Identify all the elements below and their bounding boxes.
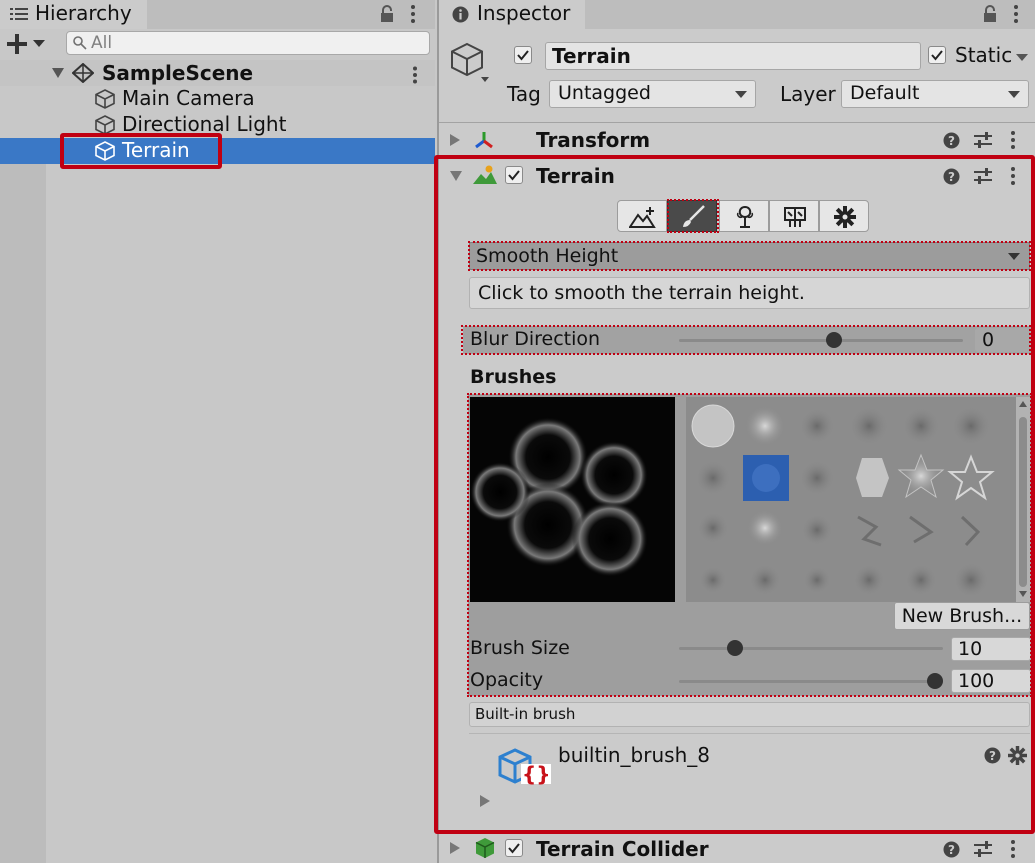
info-icon	[452, 6, 469, 23]
gameobject-cube-icon	[94, 88, 116, 110]
tag-dropdown[interactable]: Untagged	[549, 80, 756, 108]
scene-menu-icon[interactable]	[412, 66, 418, 84]
more-menu-icon[interactable]	[1013, 4, 1019, 24]
scene-row[interactable]: SampleScene	[0, 60, 435, 86]
terrain-collider-header[interactable]: Terrain Collider ?	[439, 834, 1035, 863]
inspector-tab[interactable]: Inspector	[439, 0, 585, 29]
hierarchy-gutter	[0, 164, 46, 863]
transform-label: Transform	[536, 128, 651, 152]
inspector-tab-label: Inspector	[477, 1, 571, 25]
hierarchy-search-input[interactable]: All	[66, 31, 430, 55]
search-placeholder: All	[91, 33, 113, 53]
hierarchy-panel: Hierarchy All SampleScene Main Camera Di…	[0, 0, 435, 863]
more-menu-icon[interactable]	[410, 4, 416, 24]
collapse-arrow-icon[interactable]	[450, 134, 460, 146]
unity-scene-icon	[72, 63, 94, 83]
highlight-box-terrain	[60, 133, 222, 169]
static-label: Static	[955, 43, 1013, 67]
static-dropdown-arrow-icon[interactable]	[1016, 54, 1028, 62]
svg-text:?: ?	[948, 134, 955, 148]
transform-icon	[473, 130, 495, 152]
hierarchy-tab[interactable]: Hierarchy	[0, 0, 147, 29]
highlight-box-terrain-component	[434, 155, 1035, 834]
presets-sliders-icon[interactable]	[974, 841, 992, 858]
chevron-down-icon	[735, 91, 747, 99]
layer-dropdown[interactable]: Default	[841, 80, 1029, 108]
terrain-collider-label: Terrain Collider	[536, 837, 709, 861]
lock-icon[interactable]	[380, 5, 394, 23]
search-icon	[73, 36, 87, 50]
tag-value: Untagged	[558, 82, 651, 104]
static-checkbox[interactable]	[928, 46, 946, 64]
transform-component-header[interactable]: Transform ?	[439, 124, 1035, 156]
tag-label: Tag	[507, 82, 541, 106]
scene-name: SampleScene	[102, 61, 254, 85]
object-name-value: Terrain	[552, 44, 631, 68]
svg-text:?: ?	[948, 843, 955, 857]
layer-label: Layer	[780, 82, 836, 106]
component-menu-icon[interactable]	[1010, 130, 1016, 150]
collider-icon	[474, 837, 496, 859]
object-name-field[interactable]: Terrain	[545, 42, 921, 70]
expand-arrow-icon[interactable]	[52, 68, 64, 78]
presets-sliders-icon[interactable]	[974, 132, 992, 149]
terrain-collider-checkbox[interactable]	[505, 839, 523, 857]
help-icon[interactable]: ?	[943, 841, 960, 858]
gameobject-large-icon	[449, 42, 489, 86]
lock-icon[interactable]	[983, 5, 997, 23]
layer-value: Default	[850, 82, 920, 104]
inspector-panel: Inspector Terrain Static Tag Untagged La…	[434, 0, 1035, 863]
collapse-arrow-icon[interactable]	[450, 842, 460, 854]
list-icon	[10, 6, 28, 22]
component-menu-icon[interactable]	[1010, 839, 1016, 859]
hierarchy-item-main-camera[interactable]: Main Camera	[0, 86, 435, 112]
hierarchy-item-label: Main Camera	[122, 86, 255, 110]
divider	[439, 122, 1035, 123]
add-dropdown-button[interactable]	[7, 34, 49, 54]
active-checkbox[interactable]	[514, 46, 532, 64]
help-icon[interactable]: ?	[943, 132, 960, 149]
hierarchy-tab-label: Hierarchy	[35, 1, 132, 25]
chevron-down-icon	[1008, 91, 1020, 99]
